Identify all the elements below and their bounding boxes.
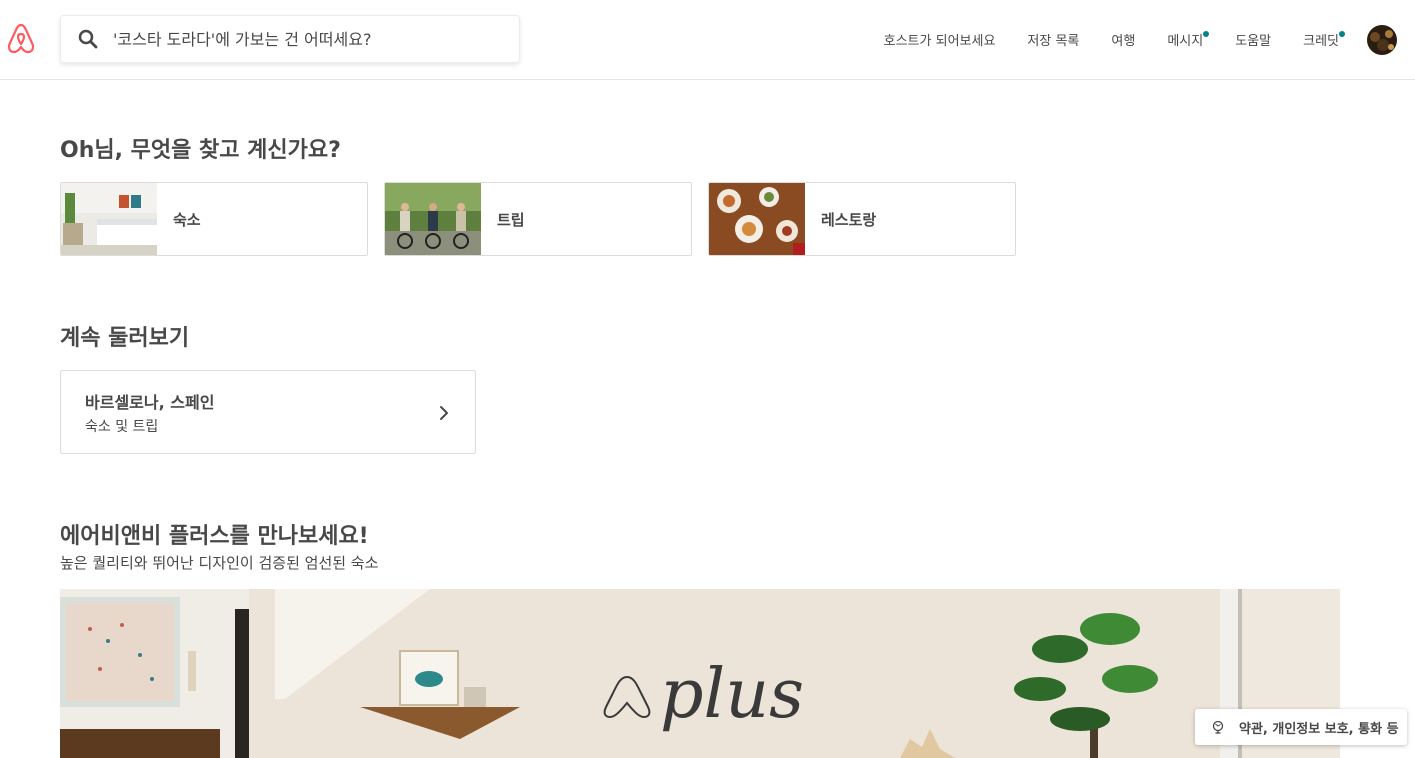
homes-photo <box>61 183 157 255</box>
recent-search-subtitle: 숙소 및 트립 <box>85 419 159 435</box>
category-label: 레스토랑 <box>821 210 877 229</box>
notification-dot <box>1203 31 1210 37</box>
nav-label: 여행 <box>1111 34 1136 49</box>
nav-label: 호스트가 되어보세요 <box>883 34 996 49</box>
nav-help[interactable]: 도움말 <box>1219 0 1287 79</box>
footer-terms-label: 약관, 개인정보 보호, 통화 등 <box>1239 721 1399 737</box>
top-nav: 호스트가 되어보세요 저장 목록 여행 메시지 도움말 크레딧 <box>868 0 1415 79</box>
nav-label: 크레딧 <box>1303 34 1339 49</box>
category-card-restaurants[interactable]: 레스토랑 <box>708 182 1016 256</box>
search-box[interactable] <box>60 15 520 63</box>
airbnb-logo-icon[interactable] <box>6 22 36 56</box>
category-card-homes[interactable]: 숙소 <box>60 182 368 256</box>
nav-become-host[interactable]: 호스트가 되어보세요 <box>868 0 1012 79</box>
footer-terms-button[interactable]: 약관, 개인정보 보호, 통화 등 <box>1195 709 1407 745</box>
globe-icon <box>1212 720 1224 734</box>
plus-wordmark: plus <box>660 655 804 734</box>
nav-credits[interactable]: 크레딧 <box>1287 0 1355 79</box>
nav-trips[interactable]: 여행 <box>1095 0 1151 79</box>
category-cards: 숙소 트립 레스토랑 <box>60 182 1032 256</box>
greeting-title: Oh님, 무엇을 찾고 계신가요? <box>60 138 341 163</box>
recent-search-card[interactable]: 바르셀로나, 스페인 숙소 및 트립 <box>60 370 476 454</box>
notification-dot <box>1339 31 1345 37</box>
recent-search-title: 바르셀로나, 스페인 <box>85 393 215 412</box>
user-avatar[interactable] <box>1367 24 1397 55</box>
restaurants-photo <box>709 183 805 255</box>
plus-banner[interactable]: plus <box>60 589 1340 758</box>
category-label: 숙소 <box>173 210 201 229</box>
experiences-photo <box>385 183 481 255</box>
search-icon <box>78 29 98 49</box>
chevron-right-icon <box>440 406 448 420</box>
top-header: 호스트가 되어보세요 저장 목록 여행 메시지 도움말 크레딧 <box>0 0 1415 80</box>
nav-label: 도움말 <box>1235 34 1272 49</box>
plus-banner-image: plus <box>60 589 1340 758</box>
nav-label: 메시지 <box>1167 34 1204 49</box>
nav-messages[interactable]: 메시지 <box>1151 0 1219 79</box>
plus-title: 에어비앤비 플러스를 만나보세요! <box>60 524 369 549</box>
category-card-trips[interactable]: 트립 <box>384 182 692 256</box>
continue-browsing-title: 계속 둘러보기 <box>60 326 190 351</box>
category-label: 트립 <box>497 210 525 229</box>
nav-saved[interactable]: 저장 목록 <box>1011 0 1095 79</box>
plus-subtitle: 높은 퀄리티와 뛰어난 디자인이 검증된 엄선된 숙소 <box>60 554 379 572</box>
nav-label: 저장 목록 <box>1027 34 1080 49</box>
search-input[interactable] <box>113 29 493 49</box>
